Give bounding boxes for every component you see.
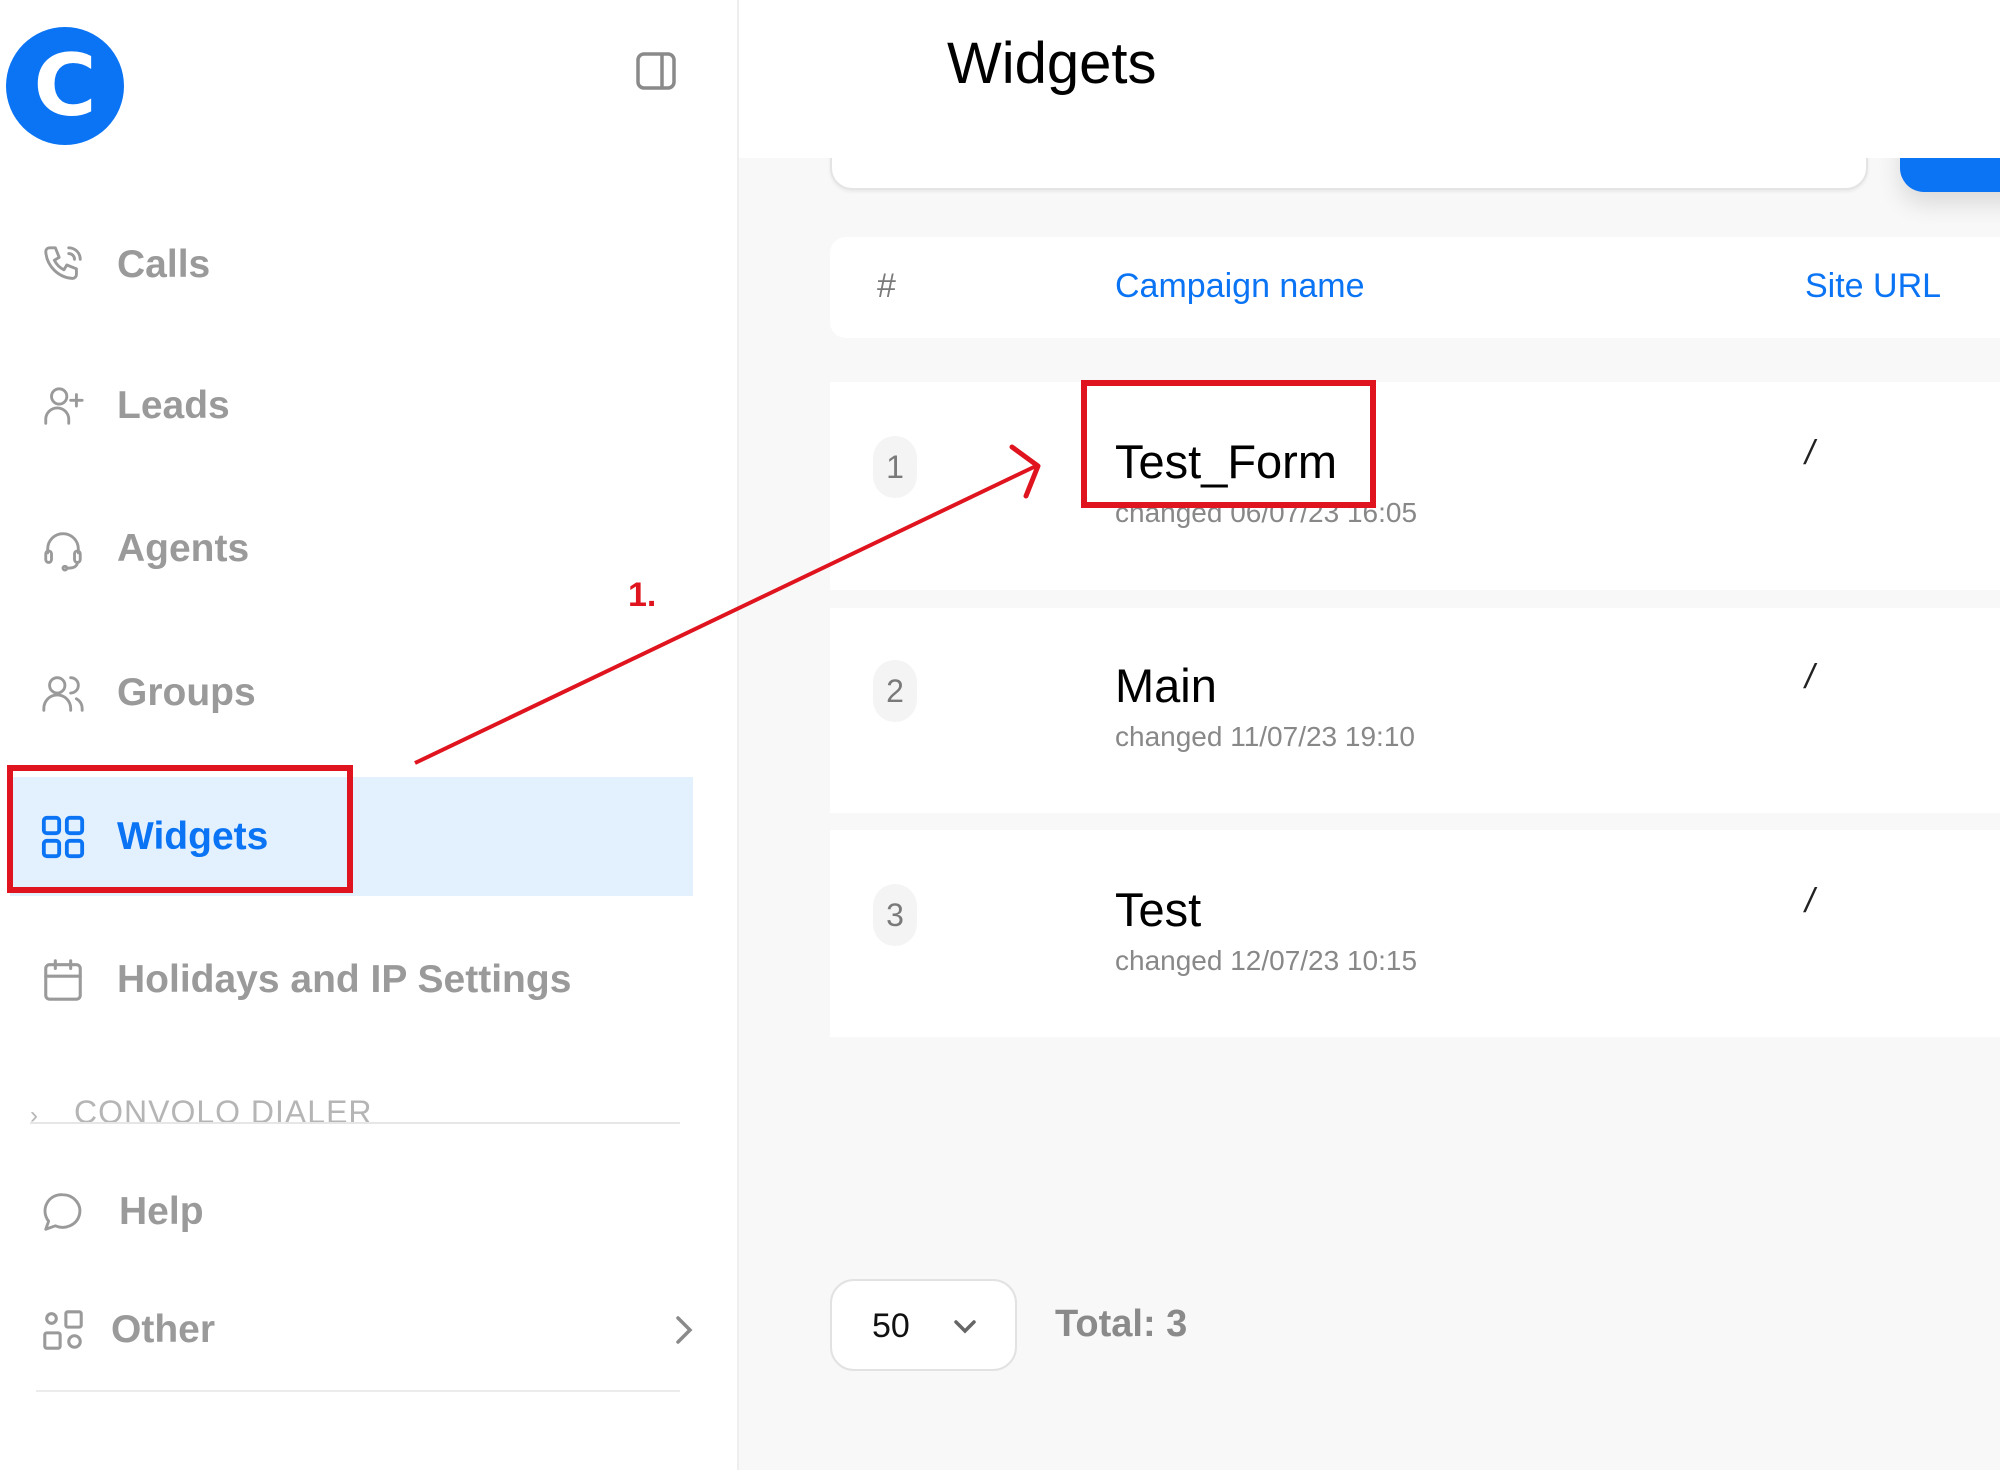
sidebar-item-label: Holidays and IP Settings (117, 958, 572, 1001)
page-title: Widgets (947, 31, 1157, 96)
logo-letter: C (33, 36, 97, 136)
sidebar-item-label: Calls (117, 243, 211, 286)
page-size-select[interactable]: 50 (830, 1279, 1017, 1371)
chevron-down-icon (950, 1315, 980, 1337)
phone-icon (40, 242, 86, 288)
sidebar-item-label: Leads (117, 384, 230, 427)
table-row[interactable]: 2 Main changed 11/07/23 19:10 / (830, 608, 2000, 813)
column-header-number: # (877, 267, 896, 305)
column-header-campaign-name[interactable]: Campaign name (1115, 267, 1364, 306)
sidebar-item-other[interactable]: Other (12, 1285, 693, 1375)
headset-icon (40, 526, 86, 572)
total-count: Total: 3 (1055, 1303, 1188, 1345)
user-plus-icon (40, 383, 86, 429)
sidebar-collapse-button[interactable] (636, 52, 676, 90)
annotation-step-label: 1. (628, 576, 657, 614)
chat-bubble-icon (40, 1189, 86, 1235)
sidebar-item-agents[interactable]: Agents (12, 504, 693, 594)
grid-icon (40, 814, 86, 860)
changed-timestamp: changed 11/07/23 19:10 (1115, 721, 1415, 752)
site-url: / (1805, 882, 1815, 920)
sidebar-item-calls[interactable]: Calls (12, 220, 693, 310)
sidebar-item-leads[interactable]: Leads (12, 361, 693, 451)
calendar-icon (40, 957, 86, 1003)
changed-timestamp: changed 06/07/23 16:05 (1115, 497, 1418, 528)
sidebar-item-label: Agents (117, 527, 250, 570)
row-number: 3 (873, 884, 917, 946)
sidebar-divider (36, 1390, 680, 1392)
chevron-right-icon: › (30, 1102, 39, 1124)
table-row[interactable]: 3 Test changed 12/07/23 10:15 / (830, 830, 2000, 1037)
page-header: Widgets (739, 0, 2000, 158)
site-url: / (1805, 434, 1815, 472)
sidebar-item-label: Other (111, 1308, 216, 1351)
sidebar-item-help[interactable]: Help (12, 1167, 693, 1257)
sidebar-item-groups[interactable]: Groups (12, 648, 693, 738)
sidebar-item-widgets[interactable]: Widgets (10, 777, 693, 896)
panel-toggle-icon (636, 52, 676, 90)
row-number: 2 (873, 660, 917, 722)
column-header-site-url[interactable]: Site URL (1805, 267, 1941, 306)
sidebar-item-holidays[interactable]: Holidays and IP Settings (12, 935, 693, 1025)
campaign-name-link[interactable]: Main (1115, 658, 1217, 713)
sidebar-item-label: Help (119, 1190, 204, 1233)
changed-timestamp: changed 12/07/23 10:15 (1115, 945, 1418, 976)
app-logo[interactable]: C (6, 27, 124, 145)
table-row[interactable]: 1 Test_Form changed 06/07/23 16:05 / (830, 382, 2000, 590)
page-size-value: 50 (872, 1307, 910, 1345)
sidebar-item-label: Widgets (117, 814, 269, 858)
users-icon (40, 670, 86, 716)
campaign-name-link[interactable]: Test_Form (1115, 434, 1337, 489)
shapes-icon (40, 1307, 86, 1353)
row-number: 1 (873, 436, 917, 498)
section-label-text: CONVOLO DIALER (74, 1094, 373, 1124)
sidebar: C Calls Leads Agents Groups Widgets Holi… (0, 0, 739, 1470)
table-header: # Campaign name Site URL (830, 237, 2000, 338)
chevron-right-icon (672, 1312, 696, 1348)
site-url: / (1805, 658, 1815, 696)
sidebar-item-label: Groups (117, 671, 256, 714)
campaign-name-link[interactable]: Test (1115, 882, 1201, 937)
section-convolo-dialer[interactable]: › CONVOLO DIALER (30, 1094, 680, 1124)
